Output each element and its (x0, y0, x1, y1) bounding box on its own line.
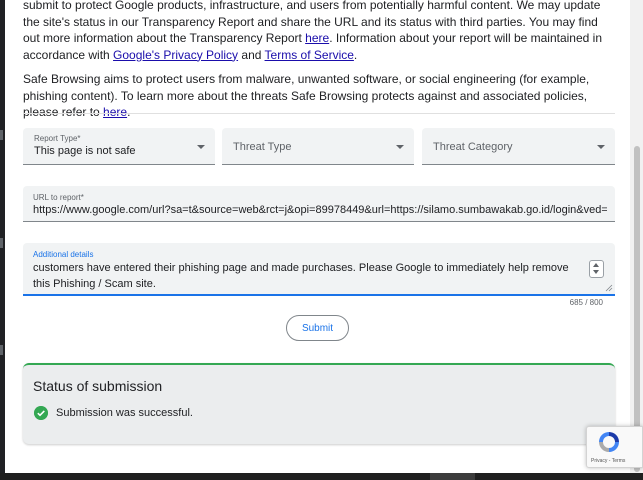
additional-details-field[interactable]: Additional details customers have entere… (23, 243, 615, 296)
status-title: Status of submission (33, 378, 163, 394)
link-terms-of-service[interactable]: Terms of Service (265, 48, 354, 62)
threat-category-select[interactable]: Threat Category (422, 128, 615, 165)
divider (23, 113, 615, 114)
additional-details-label: Additional details (33, 250, 94, 259)
threat-category-placeholder: Threat Category (433, 141, 513, 153)
report-panel: submit to protect Google products, infra… (5, 0, 630, 473)
paragraph-text: . (127, 105, 131, 119)
report-type-value: This page is not safe (34, 145, 136, 157)
intro-paragraph-transparency: submit to protect Google products, infra… (23, 0, 613, 63)
link-google-s-privacy-policy[interactable]: Google's Privacy Policy (113, 48, 238, 62)
recaptcha-logo-icon (599, 432, 619, 452)
scrollbar[interactable] (630, 0, 643, 473)
edge-marker (0, 345, 3, 355)
link-here[interactable]: here (103, 105, 127, 119)
additional-details-value[interactable]: customers have entered their phishing pa… (33, 260, 585, 292)
taskbar-item[interactable] (430, 473, 475, 480)
spinner-icon[interactable] (589, 260, 604, 278)
character-counter: 685 / 800 (569, 298, 603, 307)
paragraph-text: . (353, 47, 358, 62)
recaptcha-badge[interactable]: Privacy - Terms (586, 426, 643, 468)
recaptcha-links[interactable]: Privacy - Terms (591, 458, 625, 464)
url-label: URL to report* (33, 193, 84, 202)
status-message: Submission was successful. (56, 407, 193, 419)
resize-grip-icon[interactable] (605, 284, 613, 292)
caret-down-icon (197, 145, 205, 149)
submit-button[interactable]: Submit (286, 315, 349, 341)
edge-marker (0, 130, 3, 140)
scrollbar-thumb[interactable] (634, 146, 640, 472)
taskbar-strip (0, 473, 643, 480)
report-type-label: Report Type* (34, 134, 81, 143)
threat-type-placeholder: Threat Type (233, 141, 292, 153)
status-card: Status of submission Submission was succ… (23, 363, 615, 444)
threat-type-select[interactable]: Threat Type (222, 128, 414, 165)
caret-down-icon (597, 145, 605, 149)
url-value[interactable]: https://www.google.com/url?sa=t&source=w… (33, 203, 607, 217)
url-field[interactable]: URL to report* https://www.google.com/ur… (23, 186, 615, 222)
report-type-select[interactable]: Report Type* This page is not safe (23, 128, 215, 165)
paragraph-text: and (238, 47, 265, 62)
link-here[interactable]: here (305, 31, 329, 45)
edge-marker (0, 238, 3, 248)
caret-down-icon (396, 145, 404, 149)
check-circle-icon (34, 406, 48, 420)
